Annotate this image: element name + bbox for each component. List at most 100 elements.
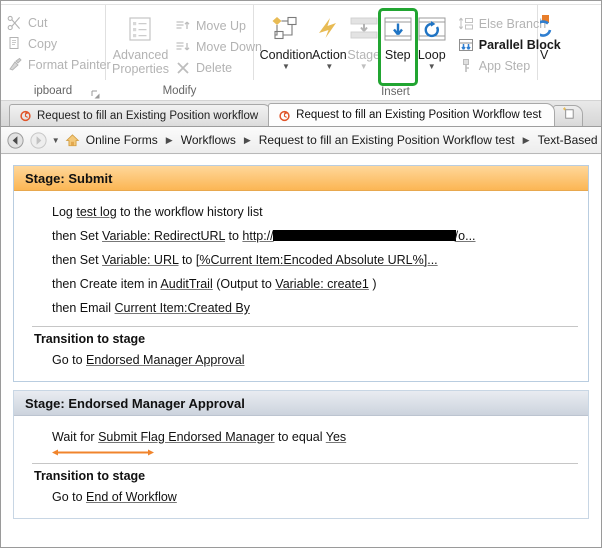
workflow-link[interactable]: /o... — [455, 229, 476, 243]
redacted-url-bar — [272, 230, 456, 241]
stage-header[interactable]: Stage: Endorsed Manager Approval — [14, 391, 588, 416]
move-down-label: Move Down — [195, 39, 262, 54]
move-down-button[interactable]: Move Down — [171, 36, 266, 57]
copy-label: Copy — [28, 36, 58, 51]
ribbon-group-insert: Condition ▼ Action ▼ Stage ▼ Step Loop ▼… — [254, 1, 561, 100]
condition-dropdown-icon[interactable]: ▼ — [282, 63, 290, 71]
workflow-link[interactable]: Endorsed Manager Approval — [86, 353, 244, 367]
workflow-link[interactable]: Variable: URL — [102, 253, 178, 267]
workflow-action-line[interactable]: Log test log to the workflow history lis… — [32, 200, 578, 224]
delete-button[interactable]: Delete — [171, 57, 266, 78]
else-branch-label: Else Branch — [478, 16, 547, 31]
loop-dropdown-icon[interactable]: ▼ — [428, 63, 436, 71]
workflow-link[interactable]: AuditTrail — [160, 277, 212, 291]
document-tab-0[interactable]: Request to fill an Existing Position wor… — [9, 104, 273, 126]
app-step-label: App Step — [478, 58, 531, 73]
workflow-text: ) — [368, 277, 377, 291]
breadcrumb-item-1[interactable]: Workflows — [178, 133, 239, 147]
else-branch-icon — [458, 16, 474, 32]
workflow-action-line[interactable]: then Email Current Item:Created By — [32, 296, 578, 320]
breadcrumb-item-0[interactable]: Online Forms — [83, 133, 161, 147]
breadcrumb-separator: ▶ — [522, 134, 530, 145]
stage-header[interactable]: Stage: Submit — [14, 166, 588, 191]
move-up-icon — [175, 18, 191, 34]
cut-button[interactable]: Cut — [3, 12, 51, 33]
workflow-link[interactable]: http:// — [242, 229, 273, 243]
clipboard-group-label: ipboard — [33, 85, 73, 97]
workflow-link[interactable]: Yes — [326, 430, 346, 444]
copy-button[interactable]: Copy — [3, 33, 61, 54]
stage-block[interactable]: Stage: Endorsed Manager Approval Wait for… — [13, 390, 589, 519]
clipboard-dialog-launcher-icon[interactable] — [91, 87, 101, 99]
stage-dropdown-icon[interactable]: ▼ — [360, 63, 368, 71]
format-painter-label: Format Painter — [28, 57, 111, 72]
transition-to-stage-label: Transition to stage — [34, 332, 146, 346]
workflow-link[interactable]: Variable: create1 — [275, 277, 369, 291]
workflow-text: Log — [52, 205, 77, 219]
stage-button[interactable]: Stage ▼ — [347, 11, 381, 71]
insertion-caret — [52, 448, 154, 457]
chevron-down-icon[interactable]: ▼ — [51, 136, 63, 145]
home-icon[interactable] — [65, 129, 81, 151]
ribbon-group-modify: Advanced Properties Move Up Move Down De… — [106, 1, 262, 100]
action-dropdown-icon[interactable]: ▼ — [325, 63, 333, 71]
move-up-label: Move Up — [195, 18, 247, 33]
workflow-link[interactable]: Variable: RedirectURL — [102, 229, 225, 243]
ribbon-group-clipped: V — [538, 1, 564, 100]
sharepoint-designer-window: Cut Copy Format Painter ipboard Advanced… — [0, 0, 602, 548]
transition-go-to-line[interactable]: Go to End of Workflow — [32, 485, 578, 509]
back-arrow-icon[interactable] — [5, 129, 26, 151]
advanced-properties-label-2: Properties — [112, 62, 169, 76]
workflow-action-line[interactable]: Wait for Submit Flag Endorsed Manager to… — [32, 425, 578, 449]
advanced-properties-button[interactable]: Advanced Properties — [112, 13, 169, 76]
step-icon — [381, 13, 415, 47]
variables-icon — [540, 13, 564, 47]
workflow-link[interactable]: [%Current Item:Encoded Absolute URL%]... — [196, 253, 438, 267]
stage-block[interactable]: Stage: Submit Log test log to the workflo… — [13, 165, 589, 382]
copy-icon — [7, 36, 23, 52]
condition-label: Condition — [259, 48, 313, 62]
condition-button[interactable]: Condition ▼ — [260, 11, 312, 71]
loop-button[interactable]: Loop ▼ — [415, 11, 449, 71]
workflow-text: Go to — [52, 490, 87, 504]
app-step-icon — [458, 58, 474, 74]
stage-icon — [347, 13, 381, 47]
stage-label: Stage — [347, 48, 381, 62]
move-up-button[interactable]: Move Up — [171, 15, 266, 36]
transition-to-stage-label: Transition to stage — [34, 469, 146, 483]
breadcrumb-item-3[interactable]: Text-Based Des — [535, 133, 597, 147]
format-painter-button[interactable]: Format Painter — [3, 54, 115, 75]
clipped-group-label — [538, 82, 564, 100]
variables-button[interactable]: V — [540, 11, 564, 62]
cut-label: Cut — [28, 15, 48, 30]
stage-list: Stage: Submit Log test log to the workflo… — [13, 165, 589, 519]
stage-body: Wait for Submit Flag Endorsed Manager to… — [14, 416, 588, 518]
workflow-text: Wait for — [52, 430, 99, 444]
workflow-text: Go to — [52, 353, 87, 367]
workflow-link[interactable]: End of Workflow — [86, 490, 177, 504]
modify-group-label: Modify — [162, 85, 197, 97]
workflow-icon — [19, 109, 32, 122]
breadcrumb-item-2[interactable]: Request to fill an Existing Position Wor… — [256, 133, 518, 147]
workflow-text: then Email — [52, 301, 115, 315]
workflow-text: then Set — [52, 253, 103, 267]
workflow-action-line[interactable]: then Set Variable: URL to [%Current Item… — [32, 248, 578, 272]
transition-go-to-line[interactable]: Go to Endorsed Manager Approval — [32, 348, 578, 372]
workflow-icon — [278, 109, 291, 122]
document-tab-1[interactable]: Request to fill an Existing Position Wor… — [268, 103, 556, 126]
workflow-link[interactable]: test log — [76, 205, 116, 219]
breadcrumb-separator: ▶ — [243, 134, 251, 145]
step-button[interactable]: Step — [377, 8, 418, 86]
stage-body: Log test log to the workflow history lis… — [14, 191, 588, 381]
workflow-text: to equal — [274, 430, 326, 444]
workflow-action-line[interactable]: then Create item in AuditTrail (Output t… — [32, 272, 578, 296]
workflow-action-line[interactable]: then Set Variable: RedirectURL to http:/… — [32, 224, 578, 248]
breadcrumb-trail: Online Forms ▶ Workflows ▶ Request to fi… — [83, 133, 597, 147]
new-tab-button[interactable] — [553, 105, 584, 126]
forward-arrow-icon[interactable] — [28, 129, 49, 151]
scissors-icon — [7, 15, 23, 31]
workflow-link[interactable]: Submit Flag Endorsed Manager — [98, 430, 274, 444]
workflow-link[interactable]: Current Item:Created By — [115, 301, 250, 315]
action-button[interactable]: Action ▼ — [312, 11, 347, 71]
document-tab-0-label: Request to fill an Existing Position wor… — [37, 109, 259, 122]
